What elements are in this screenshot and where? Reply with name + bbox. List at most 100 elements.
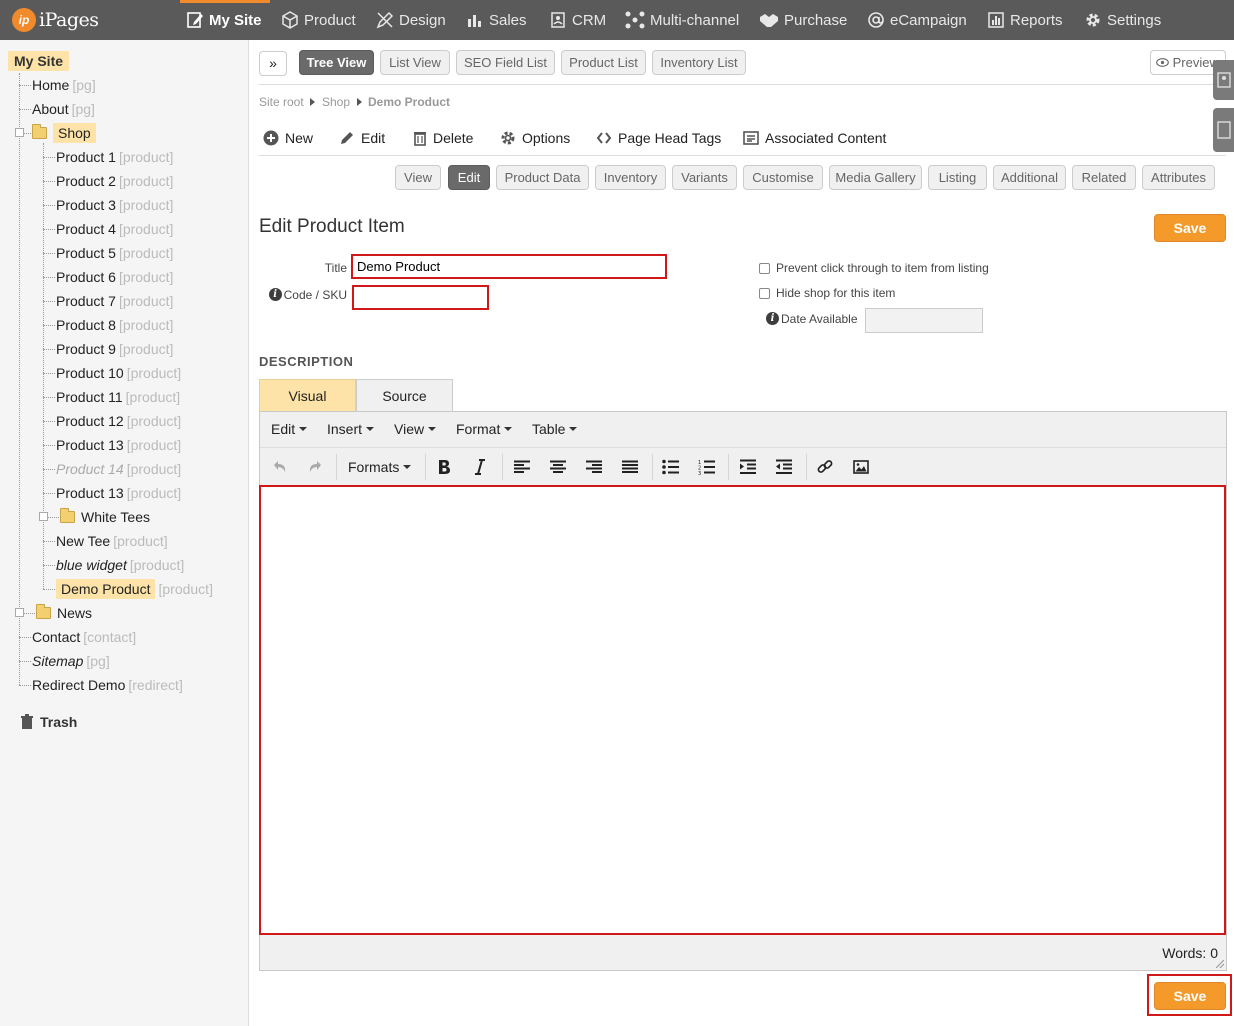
tree-item[interactable]: Redirect Demo [redirect]: [32, 675, 183, 695]
side-panel-tab-notes[interactable]: [1213, 108, 1234, 152]
tree-item[interactable]: Product 4 [product]: [56, 219, 173, 239]
tab-product-list[interactable]: Product List: [561, 50, 646, 75]
options-button[interactable]: Options: [500, 129, 570, 147]
tab-inventory-list[interactable]: Inventory List: [652, 50, 746, 75]
tree-item[interactable]: Shop: [32, 123, 96, 143]
breadcrumb-shop[interactable]: Shop: [322, 95, 350, 109]
tree-item[interactable]: Product 3 [product]: [56, 195, 173, 215]
side-panel-tab-contacts[interactable]: [1213, 60, 1234, 100]
outdent-icon[interactable]: [772, 456, 796, 478]
tree-expand-toggle[interactable]: [15, 128, 24, 137]
tree-item[interactable]: Product 12 [product]: [56, 411, 181, 431]
tree-item[interactable]: New Tee [product]: [56, 531, 168, 551]
insert-image-icon[interactable]: [849, 456, 873, 478]
subtab-related[interactable]: Related: [1072, 165, 1136, 190]
subtab-media-gallery[interactable]: Media Gallery: [829, 165, 922, 190]
info-icon[interactable]: i: [766, 312, 779, 325]
subtab-edit[interactable]: Edit: [448, 165, 490, 190]
tree-item[interactable]: Product 11 [product]: [56, 387, 180, 407]
tree-expand-toggle[interactable]: [39, 512, 48, 521]
tab-source[interactable]: Source: [356, 379, 453, 411]
subtab-view[interactable]: View: [395, 165, 441, 190]
tab-list-view[interactable]: List View: [380, 50, 450, 75]
expand-sidebar-button[interactable]: »: [259, 51, 287, 76]
tree-item[interactable]: Product 10 [product]: [56, 363, 181, 383]
nav-crm[interactable]: CRM: [549, 0, 606, 40]
redo-icon[interactable]: [303, 456, 327, 478]
page-head-tags-button[interactable]: Page Head Tags: [596, 129, 721, 147]
nav-my-site[interactable]: My Site: [180, 0, 269, 40]
save-button-top[interactable]: Save: [1154, 214, 1226, 242]
nav-purchase[interactable]: Purchase: [759, 0, 847, 40]
tab-tree-view[interactable]: Tree View: [299, 50, 374, 75]
subtab-listing[interactable]: Listing: [928, 165, 987, 190]
menu-edit[interactable]: Edit: [271, 421, 308, 437]
numbered-list-icon[interactable]: 123: [695, 456, 719, 478]
menu-table[interactable]: Table: [532, 421, 578, 437]
tree-item[interactable]: Product 1 [product]: [56, 147, 173, 167]
tree-item[interactable]: Product 14 [product]: [56, 459, 181, 479]
bullet-list-icon[interactable]: [659, 456, 683, 478]
nav-design[interactable]: Design: [376, 0, 446, 40]
tree-connector: [43, 157, 55, 158]
menu-view[interactable]: View: [394, 421, 437, 437]
subtab-inventory[interactable]: Inventory: [595, 165, 666, 190]
undo-icon[interactable]: [268, 456, 292, 478]
formats-dropdown[interactable]: Formats: [348, 459, 412, 475]
edit-button[interactable]: Edit: [339, 129, 385, 147]
nav-multi-channel[interactable]: Multi-channel: [625, 0, 739, 40]
date-available-input[interactable]: [865, 308, 983, 333]
tree-item[interactable]: Sitemap [pg]: [32, 651, 110, 671]
nav-product[interactable]: Product: [281, 0, 356, 40]
resize-grip-icon[interactable]: [1216, 960, 1224, 968]
breadcrumb-site-root[interactable]: Site root: [259, 95, 304, 109]
tree-item[interactable]: Contact [contact]: [32, 627, 136, 647]
tree-item[interactable]: Product 13 [product]: [56, 483, 181, 503]
tab-seo-field-list[interactable]: SEO Field List: [456, 50, 555, 75]
trash-item[interactable]: Trash: [20, 714, 77, 730]
menu-insert[interactable]: Insert: [327, 421, 375, 437]
delete-button[interactable]: Delete: [413, 129, 473, 147]
tree-item[interactable]: Home [pg]: [32, 75, 96, 95]
tree-item[interactable]: Product 5 [product]: [56, 243, 173, 263]
tree-item[interactable]: Product 8 [product]: [56, 315, 173, 335]
tab-visual[interactable]: Visual: [259, 379, 356, 411]
subtab-additional[interactable]: Additional: [993, 165, 1066, 190]
nav-sales[interactable]: Sales: [466, 0, 527, 40]
associated-content-button[interactable]: Associated Content: [743, 129, 886, 147]
app-logo[interactable]: ip iPages: [12, 6, 99, 34]
tree-item[interactable]: Demo Product [product]: [56, 579, 213, 599]
align-right-icon[interactable]: [582, 456, 606, 478]
tree-root-my-site[interactable]: My Site: [8, 51, 70, 71]
tree-item[interactable]: Product 9 [product]: [56, 339, 173, 359]
subtab-variants[interactable]: Variants: [672, 165, 737, 190]
align-left-icon[interactable]: [510, 456, 534, 478]
tree-item-label: Product 2: [56, 173, 116, 189]
nav-reports[interactable]: Reports: [987, 0, 1063, 40]
menu-format[interactable]: Format: [456, 421, 513, 437]
nav-settings[interactable]: Settings: [1084, 0, 1161, 40]
tree-item[interactable]: blue widget [product]: [56, 555, 184, 575]
subtab-customise[interactable]: Customise: [743, 165, 823, 190]
tree-item[interactable]: About [pg]: [32, 99, 95, 119]
tree-item[interactable]: Product 6 [product]: [56, 267, 173, 287]
indent-icon[interactable]: [736, 456, 760, 478]
tree-item[interactable]: Product 13 [product]: [56, 435, 181, 455]
tree-item[interactable]: White Tees: [60, 507, 150, 527]
align-justify-icon[interactable]: [618, 456, 642, 478]
info-icon[interactable]: i: [268, 288, 282, 301]
nav-ecampaign[interactable]: eCampaign: [867, 0, 967, 40]
subtab-attributes[interactable]: Attributes: [1142, 165, 1215, 190]
tree-item[interactable]: Product 2 [product]: [56, 171, 173, 191]
subtab-product-data[interactable]: Product Data: [496, 165, 589, 190]
prevent-click-checkbox[interactable]: Prevent click through to item from listi…: [759, 261, 989, 275]
hide-shop-checkbox[interactable]: Hide shop for this item: [759, 286, 895, 300]
align-center-icon[interactable]: [546, 456, 570, 478]
tree-expand-toggle[interactable]: [15, 608, 24, 617]
italic-icon[interactable]: [468, 456, 492, 478]
link-icon[interactable]: [813, 456, 837, 478]
new-button[interactable]: New: [263, 129, 313, 147]
tree-item[interactable]: News: [36, 603, 92, 623]
tree-item[interactable]: Product 7 [product]: [56, 291, 173, 311]
bold-icon[interactable]: [432, 456, 456, 478]
